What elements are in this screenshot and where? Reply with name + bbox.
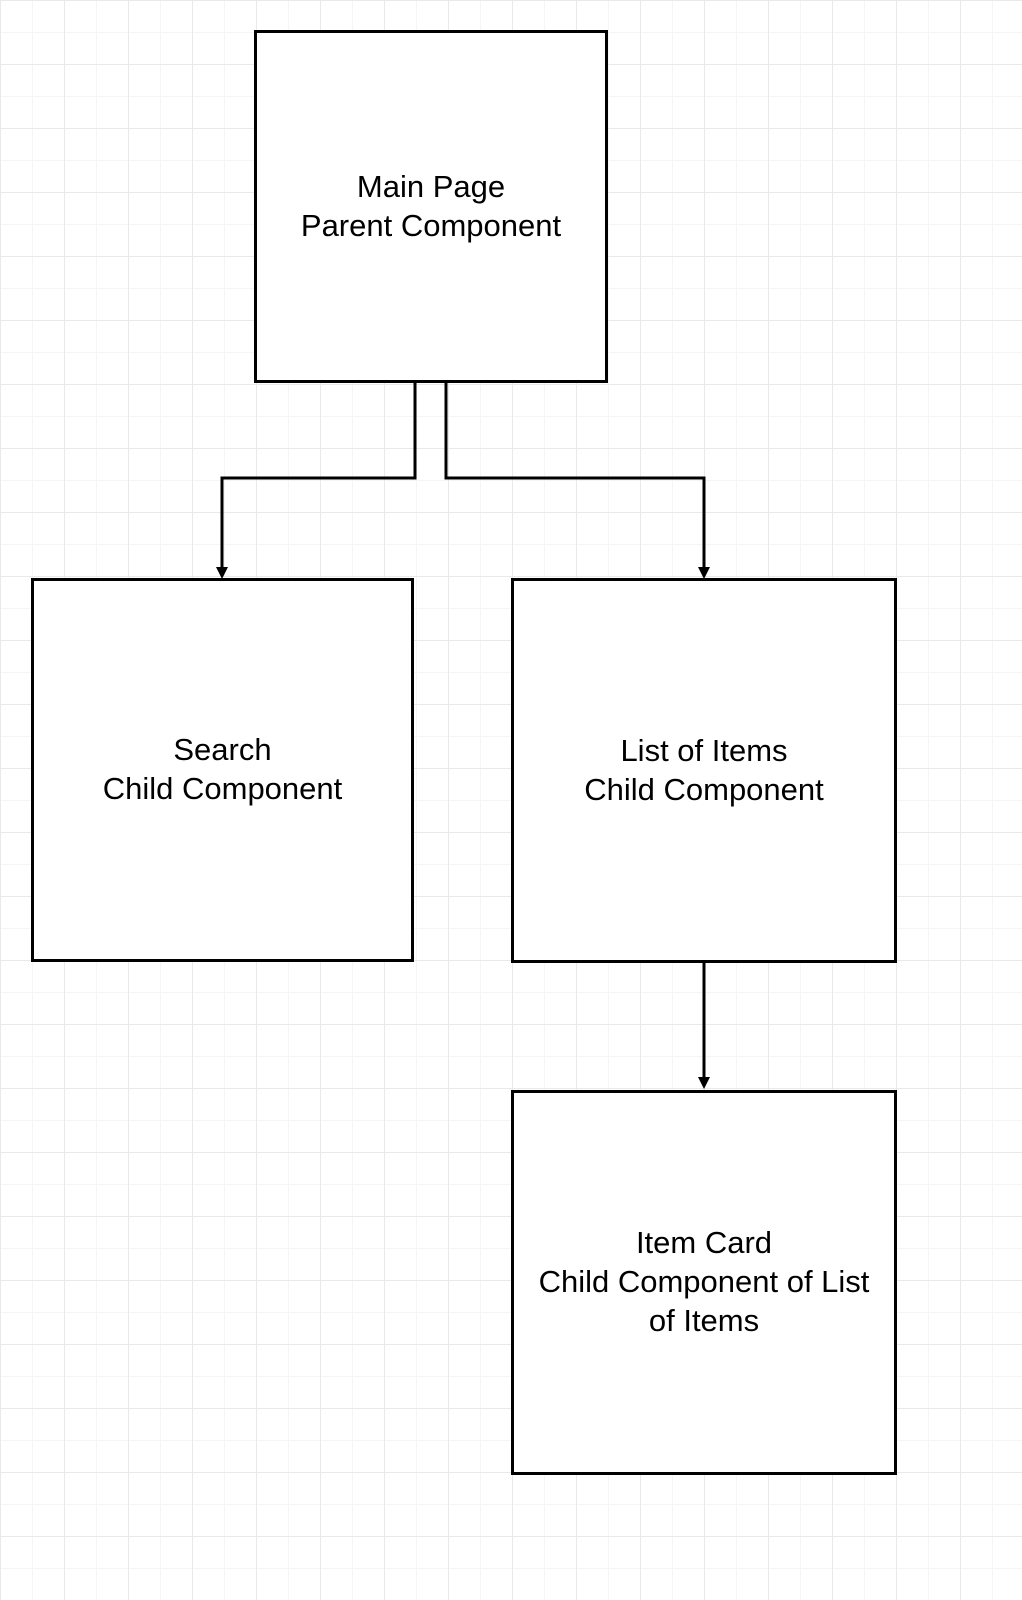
node-item-card-subtitle: Child Component of List of Items — [529, 1263, 879, 1341]
node-item-card: Item Card Child Component of List of Ite… — [511, 1090, 897, 1475]
node-item-card-title: Item Card — [636, 1224, 772, 1263]
node-list-of-items: List of Items Child Component — [511, 578, 897, 963]
node-search-title: Search — [173, 731, 271, 770]
node-main-page-title: Main Page — [357, 168, 505, 207]
node-main-page-subtitle: Parent Component — [301, 207, 561, 246]
node-search: Search Child Component — [31, 578, 414, 962]
diagram-canvas: Main Page Parent Component Search Child … — [0, 0, 1022, 1600]
node-search-subtitle: Child Component — [103, 770, 343, 809]
node-main-page: Main Page Parent Component — [254, 30, 608, 383]
node-list-title: List of Items — [620, 732, 787, 771]
edge-main-to-search — [222, 383, 415, 576]
node-list-subtitle: Child Component — [584, 771, 824, 810]
edge-main-to-list — [446, 383, 704, 576]
